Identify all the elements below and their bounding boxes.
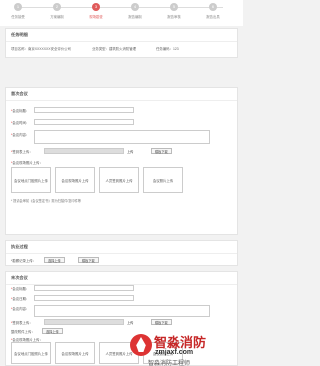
task-info-title: 任务明细 [6, 29, 237, 42]
last-meeting-content-textarea[interactable] [34, 305, 210, 317]
meeting-time-input[interactable] [34, 119, 134, 125]
execution-title: 执业过程 [6, 241, 237, 254]
photo-upload-label: *会议现场照片上传： [11, 161, 43, 165]
flame-icon [136, 337, 146, 352]
meeting-time-label: *会议时间： [11, 121, 30, 125]
watermark-sub: 智淼消防工程师 [148, 361, 191, 366]
last-upload-photo-venue[interactable]: 会议地点门脸照片上传 [11, 342, 51, 364]
last-meeting-content-label: *会议内容： [11, 307, 30, 311]
step-label: 报告出具 [206, 15, 220, 19]
first-meeting-card: 首次会议 *会议标题： *会议时间： *会议内容： *签到表上传： 上传 模板下… [5, 87, 238, 235]
last-meeting-time-input[interactable] [34, 295, 134, 301]
sign-table-file-field[interactable] [44, 148, 124, 154]
step-label: 报告审核 [167, 15, 181, 19]
step-2[interactable]: 2 方案编制 [42, 3, 72, 19]
upload-photo-meeting[interactable]: 会议照片上传 [143, 167, 183, 193]
last-sign-table-upload-button[interactable]: 上传 [127, 320, 133, 325]
project-name: 项目名称：南京XXXXXXX安全评价公司 [11, 47, 71, 51]
last-upload-photo-scene[interactable]: 会议现场照片上传 [55, 342, 95, 364]
survey-record-label: *勘察记录上传： [11, 259, 37, 263]
watermark: 智淼消防 zmjaxf.com 智淼消防工程师 [130, 330, 243, 366]
sign-table-label: *签到表上传： [11, 150, 33, 154]
progress-steps: 1 任务接受 2 方案编制 3 现场勘查 4 报告编制 5 报告审核 6 报告出具 [0, 0, 243, 26]
step-label: 方案编制 [50, 15, 64, 19]
meeting-content-label: *会议内容： [11, 133, 30, 137]
step-5[interactable]: 5 报告审核 [159, 3, 189, 19]
rectify-upload-label: 整改附件上传： [11, 330, 35, 334]
upload-photo-signin[interactable]: 人员签到照片上传 [99, 167, 139, 193]
step-dot: 1 [14, 3, 22, 11]
watermark-url: zmjaxf.com [155, 349, 194, 356]
step-dot: 2 [53, 3, 61, 11]
last-meeting-time-label: *会议日期： [11, 297, 30, 301]
step-dot: 4 [131, 3, 139, 11]
last-sign-table-template-button[interactable]: 模板下载 [151, 319, 172, 325]
survey-record-template-button[interactable]: 模板下载 [78, 257, 99, 263]
step-dot-active: 3 [92, 3, 100, 11]
last-meeting-title: 末次会议 [6, 272, 237, 285]
business-type: 业务类型：建筑防火消防管理 [92, 47, 137, 51]
project-code: 任务编码：123 [156, 47, 179, 51]
first-meeting-note: * 提请会审前《会议签定书》需为扫描件/复印件等 [11, 199, 81, 203]
last-sign-table-file-field[interactable] [44, 319, 124, 325]
step-1[interactable]: 1 任务接受 [3, 3, 33, 19]
execution-card: 执业过程 *勘察记录上传： 选择上传 模板下载 [5, 240, 238, 266]
last-sign-table-label: *签到表上传： [11, 321, 33, 325]
last-meeting-title-label: *会议标题： [11, 287, 30, 291]
step-label: 报告编制 [128, 15, 142, 19]
step-6[interactable]: 6 报告出具 [198, 3, 228, 19]
step-dot: 6 [209, 3, 217, 11]
step-label: 任务接受 [11, 15, 25, 19]
last-meeting-title-input[interactable] [34, 285, 134, 291]
step-label: 现场勘查 [89, 15, 103, 19]
task-info-card: 任务明细 项目名称：南京XXXXXXX安全评价公司 业务类型：建筑防火消防管理 … [5, 28, 238, 58]
step-3[interactable]: 3 现场勘查 [81, 3, 111, 19]
upload-photo-venue[interactable]: 会议地点门脸照片上传 [11, 167, 51, 193]
sign-table-upload-button[interactable]: 上传 [127, 149, 133, 154]
meeting-content-textarea[interactable] [34, 130, 210, 144]
rectify-upload-button[interactable]: 选择上传 [42, 328, 63, 334]
sign-table-template-button[interactable]: 模板下载 [151, 148, 172, 154]
step-4[interactable]: 4 报告编制 [120, 3, 150, 19]
upload-photo-scene[interactable]: 会议现场照片上传 [55, 167, 95, 193]
survey-record-upload-button[interactable]: 选择上传 [44, 257, 65, 263]
meeting-title-input[interactable] [34, 107, 134, 113]
meeting-title-label: *会议标题： [11, 109, 30, 113]
first-meeting-title: 首次会议 [6, 88, 237, 101]
step-dot: 5 [170, 3, 178, 11]
brand-logo-icon [130, 334, 152, 356]
